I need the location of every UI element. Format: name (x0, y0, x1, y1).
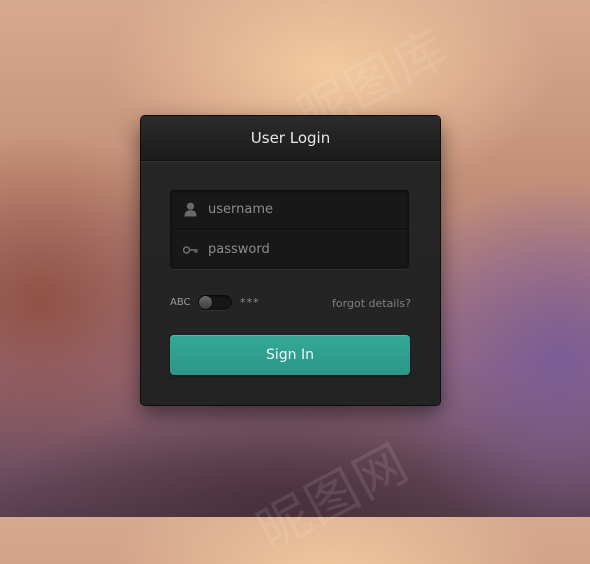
show-password-toggle[interactable] (198, 295, 232, 310)
password-input[interactable] (208, 242, 388, 257)
login-options: ABC *** forgot details? (170, 294, 411, 314)
user-icon (182, 202, 198, 218)
login-title: User Login (250, 129, 331, 147)
password-field[interactable] (170, 230, 409, 269)
username-input[interactable] (208, 202, 388, 217)
username-field[interactable] (170, 190, 409, 230)
toggle-knob[interactable] (199, 296, 212, 309)
sign-in-button[interactable]: Sign In (170, 335, 410, 375)
login-card: User Login ABC (141, 116, 440, 405)
masked-label: *** (240, 296, 260, 309)
key-icon (182, 242, 198, 258)
watermark: 昵图网 (247, 432, 420, 562)
card-header: User Login (141, 116, 440, 161)
forgot-details-link[interactable]: forgot details? (332, 297, 411, 310)
abc-label: ABC (170, 297, 191, 308)
credentials-fields (170, 190, 409, 269)
